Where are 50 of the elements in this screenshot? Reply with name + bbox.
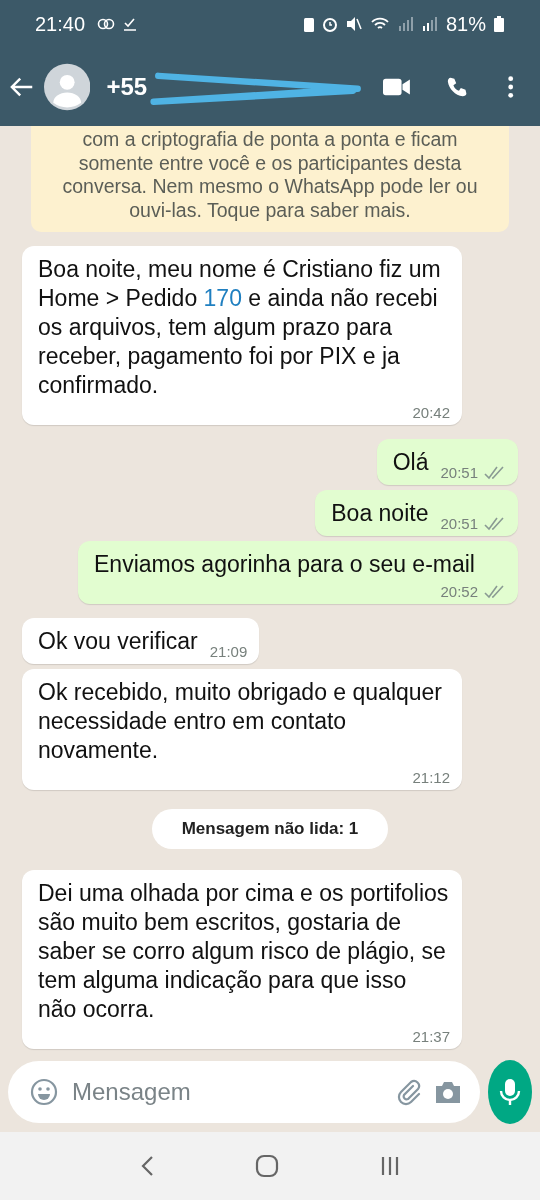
message-text: Dei uma olhada por cima e os portifolios são muito bem escritos, gostaria de saber se corro algum risco de plágio, se tem alguma indicação para que isso não ocorra.	[38, 879, 450, 1024]
home-nav-icon[interactable]	[255, 1154, 279, 1178]
status-time: 21:40	[35, 12, 86, 36]
message-bubble[interactable]: Ok recebido, muito obrigado e qualquer necessidade entro em contato novamente. 21:12	[22, 669, 462, 790]
sync-icon	[97, 18, 116, 30]
message-bubble[interactable]: Boa noite 20:51	[315, 490, 518, 536]
message-bubble[interactable]: Ok vou verificar 21:09	[22, 618, 260, 664]
signal-icon	[421, 17, 438, 31]
message-time: 21:37	[412, 1028, 450, 1045]
message-text: Boa noite, meu nome é Cristiano fiz um Home > Pedido 170 e ainda não recebi os arquivos, tem algum prazo para receber, pagamento foi por PIX e ja confirmado.	[38, 255, 442, 400]
message-text: Olá	[392, 448, 429, 477]
message-field[interactable]: Mensagem	[8, 1061, 480, 1123]
back-nav-icon[interactable]	[140, 1155, 155, 1177]
emoji-icon[interactable]	[30, 1078, 58, 1106]
message-text: Boa noite	[331, 499, 429, 528]
recents-nav-icon[interactable]	[379, 1156, 400, 1176]
unread-messages-label: Mensagem não lida: 1	[151, 809, 389, 849]
battery-percent: 81%	[445, 12, 486, 36]
message-input[interactable]: Mensagem	[70, 1077, 384, 1107]
message-bubble[interactable]: Olá 20:51	[376, 439, 518, 485]
message-bubble[interactable]: Boa noite, meu nome é Cristiano fiz um Home > Pedido 170 e ainda não recebi os arquivos, tem algum prazo para receber, pagamento foi por PIX e ja confirmado. 20:42	[22, 246, 462, 425]
camera-icon[interactable]	[434, 1080, 462, 1104]
signal-icon	[397, 17, 414, 31]
back-arrow-icon[interactable]	[10, 76, 35, 98]
contact-name[interactable]: +55	[106, 73, 148, 101]
more-options-icon[interactable]	[506, 75, 514, 99]
message-time: 21:09	[209, 643, 248, 660]
message-text: Ok recebido, muito obrigado e qualquer necessidade entro em contato novamente.	[38, 678, 444, 765]
mute-icon	[345, 16, 362, 32]
video-call-icon[interactable]	[382, 77, 411, 97]
message-time: 21:12	[412, 769, 450, 786]
microphone-button[interactable]	[488, 1060, 532, 1124]
phone-icon[interactable]	[446, 75, 469, 99]
download-done-icon	[123, 17, 138, 31]
paperclip-icon[interactable]	[396, 1078, 422, 1106]
message-text: Ok vou verificar	[38, 627, 198, 656]
avatar[interactable]	[44, 62, 91, 112]
message-bubble[interactable]: Dei uma olhada por cima e os portifolios são muito bem escritos, gostaria de saber se corro algum risco de plágio, se tem alguma indicação para que isso não ocorra. 21:37	[22, 870, 462, 1049]
wifi-icon	[369, 16, 390, 32]
message-time: 20:51	[440, 464, 478, 481]
message-time: 20:42	[412, 404, 450, 421]
order-link[interactable]: 170	[203, 285, 242, 311]
message-text: Enviamos agorinha para o seu e-mail	[94, 550, 475, 579]
battery-icon	[494, 16, 504, 32]
message-bubble[interactable]: Enviamos agorinha para o seu e-mail 20:52	[78, 541, 518, 604]
message-time: 20:51	[440, 515, 478, 532]
alarm-icon	[321, 16, 338, 32]
message-time: 20:52	[440, 583, 478, 600]
microphone-icon	[499, 1078, 521, 1106]
encryption-notice[interactable]: com a criptografia de ponta a ponta e ficam somente entre você e os participantes desta conversa. Nem mesmo o WhatsApp pode ler ou ouvi-las. Toque para saber mais.	[31, 126, 509, 232]
